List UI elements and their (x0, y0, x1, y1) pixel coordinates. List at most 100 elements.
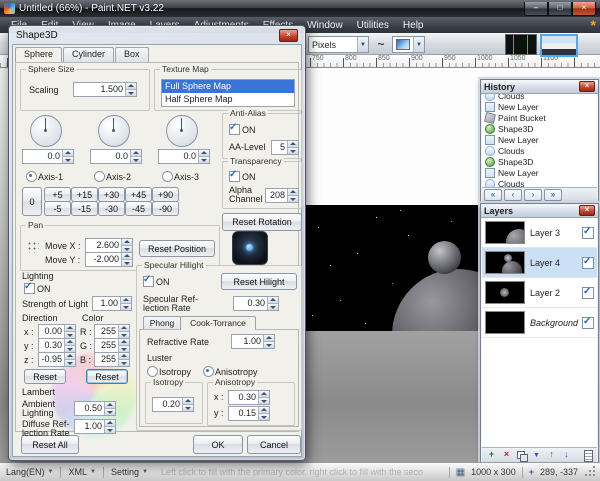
refractive-spinner[interactable]: 1.00 (231, 334, 275, 349)
add-layer-button[interactable] (485, 449, 498, 461)
history-item[interactable]: Shape3D (482, 123, 597, 134)
diffuse-spinner[interactable]: 1.00 (74, 419, 116, 434)
tab-sphere[interactable]: Sphere (15, 47, 62, 62)
swatch-dropdown[interactable]: ▼ (392, 36, 425, 53)
history-item[interactable]: Shape3D (482, 156, 597, 167)
reset-position-button[interactable]: Reset Position (139, 240, 215, 257)
col-g-spinner[interactable]: 255 (94, 338, 130, 353)
tab-cook-torrance[interactable]: Cook-Torrance (180, 316, 256, 330)
close-button[interactable]: × (572, 2, 596, 16)
layer-row[interactable]: Layer 4 (482, 248, 597, 278)
axis-2-radio[interactable] (94, 171, 105, 182)
pan-joystick[interactable] (232, 231, 268, 265)
isotropy-radio[interactable] (147, 366, 158, 377)
layer-visibility-checkbox[interactable] (582, 287, 594, 299)
setting-selector[interactable]: Setting ▼ (109, 467, 150, 477)
rotate-minus15-button[interactable]: -15 (71, 201, 98, 216)
resize-grip[interactable] (584, 466, 596, 478)
rotation-dial-2[interactable] (98, 115, 130, 147)
aa-level-spinner[interactable]: 5 (271, 140, 299, 155)
layer-properties-button[interactable] (581, 449, 594, 461)
image-thumbnail-1[interactable] (505, 34, 537, 55)
menu-utilities[interactable]: Utilities (350, 19, 396, 32)
transparency-on-checkbox[interactable] (229, 171, 240, 182)
rotate-plus5-button[interactable]: +5 (44, 187, 71, 202)
anisotropy-radio[interactable] (203, 366, 214, 377)
menu-help[interactable]: Help (396, 19, 431, 32)
col-b-spinner[interactable]: 255 (94, 352, 130, 367)
move-layer-up-button[interactable] (545, 449, 558, 461)
delete-layer-button[interactable] (500, 449, 513, 461)
fast-forward-button[interactable] (544, 189, 562, 201)
history-item[interactable]: Paint Bucket (482, 112, 597, 123)
xml-selector[interactable]: XML ▼ (66, 467, 97, 477)
rotation-value-1-spinner[interactable]: 0.0 (22, 149, 74, 164)
rotation-dial-3[interactable] (166, 115, 198, 147)
isotropy-spinner[interactable]: 0.20 (152, 397, 194, 412)
rotation-dial-1[interactable] (30, 115, 62, 147)
undo-button[interactable] (504, 189, 522, 201)
layer-row[interactable]: Layer 2 (482, 278, 597, 308)
curve-icon[interactable]: ~ (372, 36, 390, 53)
reset-color-button[interactable]: Reset (86, 369, 128, 384)
dir-x-spinner[interactable]: 0.00 (38, 324, 76, 339)
specular-on-checkbox[interactable] (143, 276, 154, 287)
axis-1-radio[interactable] (26, 171, 37, 182)
menu-window[interactable]: Window (300, 19, 350, 32)
ambient-spinner[interactable]: 0.50 (74, 401, 116, 416)
history-item[interactable]: New Layer (482, 167, 597, 178)
scaling-spinner[interactable]: 1.500 (73, 82, 137, 97)
minimize-button[interactable]: – (524, 2, 548, 16)
dialog-close-button[interactable] (279, 29, 298, 42)
list-item[interactable]: Half Sphere Map (162, 93, 294, 106)
history-item[interactable]: Clouds (482, 145, 597, 156)
history-item[interactable]: Clouds (482, 94, 597, 101)
units-combo[interactable]: Pixels ▼ (308, 36, 369, 53)
rewind-button[interactable] (484, 189, 502, 201)
rotate-minus5-button[interactable]: -5 (44, 201, 71, 216)
layers-close-button[interactable] (579, 205, 595, 216)
col-r-spinner[interactable]: 255 (94, 324, 130, 339)
ok-button[interactable]: OK (193, 435, 243, 454)
layer-visibility-checkbox[interactable] (582, 317, 594, 329)
move-x-spinner[interactable]: 2.600 (85, 238, 133, 253)
dir-z-spinner[interactable]: -0.95 (38, 352, 76, 367)
rotation-value-2-spinner[interactable]: 0.0 (90, 149, 142, 164)
layer-visibility-checkbox[interactable] (582, 257, 594, 269)
duplicate-layer-button[interactable] (515, 449, 528, 461)
axis-3-radio[interactable] (162, 171, 173, 182)
list-item[interactable]: Full Sphere Map (162, 80, 294, 93)
image-thumbnail-2[interactable] (540, 34, 578, 57)
alpha-channel-spinner[interactable]: 208 (265, 188, 299, 203)
rotate-plus45-button[interactable]: +45 (125, 187, 152, 202)
rotate-zero-button[interactable]: 0 (22, 187, 42, 216)
strength-spinner[interactable]: 1.00 (92, 296, 132, 311)
history-item[interactable]: New Layer (482, 134, 597, 145)
layer-visibility-checkbox[interactable] (582, 227, 594, 239)
rotate-minus90-button[interactable]: -90 (152, 201, 179, 216)
tab-phong[interactable]: Phong (143, 316, 181, 330)
reset-rotation-button[interactable]: Reset Rotation (222, 213, 302, 231)
move-layer-down-button[interactable] (560, 449, 573, 461)
rotate-minus45-button[interactable]: -45 (125, 201, 152, 216)
merge-layer-down-button[interactable] (530, 449, 543, 461)
aniso-y-spinner[interactable]: 0.15 (228, 406, 270, 421)
rotate-minus30-button[interactable]: -30 (98, 201, 125, 216)
reset-hilight-button[interactable]: Reset Hilight (221, 273, 297, 290)
redo-button[interactable] (524, 189, 542, 201)
history-item[interactable]: New Layer (482, 101, 597, 112)
pan-pad-icon[interactable] (26, 240, 39, 253)
lighting-on-checkbox[interactable] (24, 283, 35, 294)
tab-box[interactable]: Box (115, 47, 149, 62)
rotate-plus30-button[interactable]: +30 (98, 187, 125, 202)
cancel-button[interactable]: Cancel (247, 435, 301, 454)
dir-y-spinner[interactable]: 0.30 (38, 338, 76, 353)
history-close-button[interactable] (579, 81, 595, 92)
specular-reflection-spinner[interactable]: 0.30 (233, 296, 279, 311)
layer-row[interactable]: Layer 3 (482, 218, 597, 248)
rotate-plus90-button[interactable]: +90 (152, 187, 179, 202)
move-y-spinner[interactable]: -2.000 (85, 252, 133, 267)
reset-direction-button[interactable]: Reset (24, 369, 66, 384)
texture-map-list[interactable]: Full Sphere Map Half Sphere Map (161, 79, 295, 107)
maximize-button[interactable]: □ (548, 2, 572, 16)
